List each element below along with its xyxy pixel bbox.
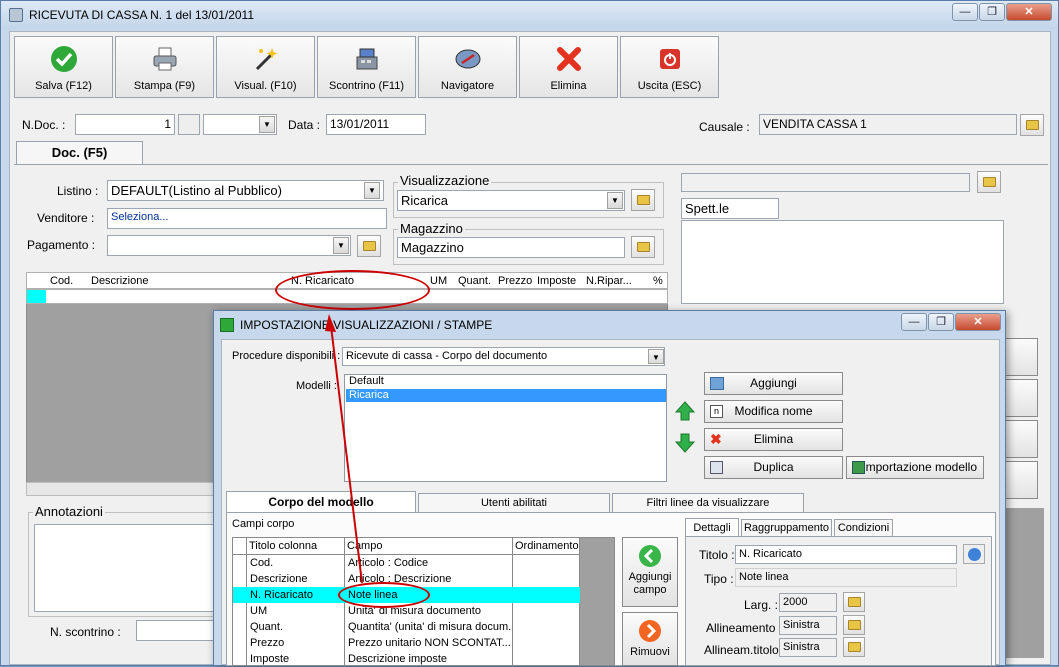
arrow-line — [330, 325, 363, 584]
arrow-head — [325, 314, 336, 332]
annotation-arrow — [325, 314, 363, 584]
